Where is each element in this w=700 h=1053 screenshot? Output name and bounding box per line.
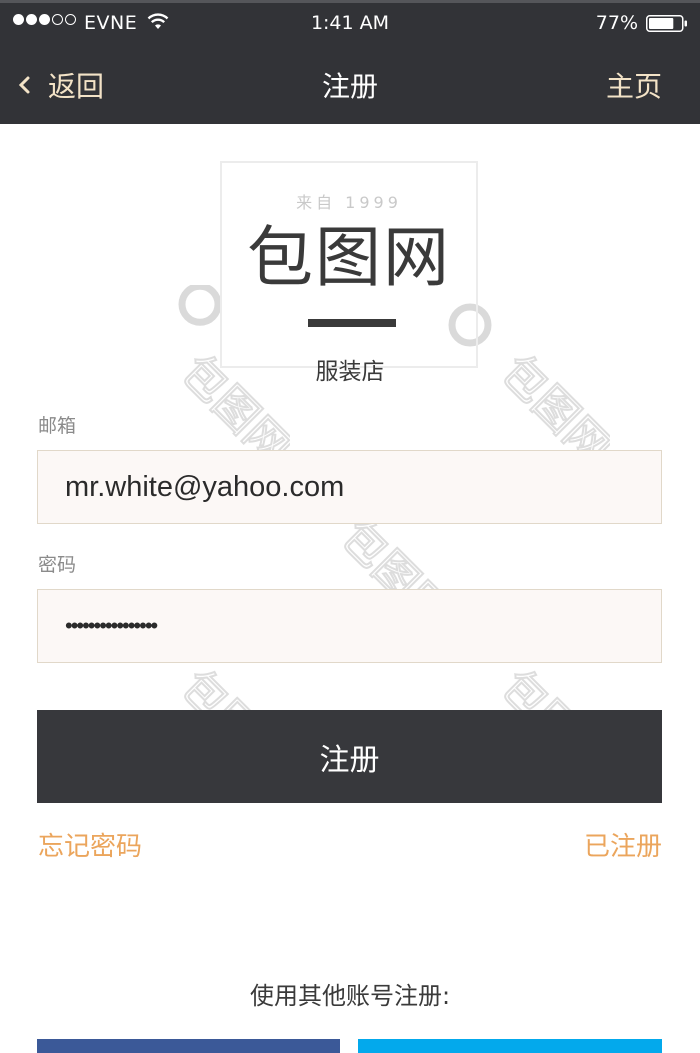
- forgot-password-link[interactable]: 忘记密码: [38, 826, 142, 863]
- navigation-bar: 返回 注册 主页: [0, 45, 700, 127]
- logo-subtitle: 服装店: [315, 359, 385, 385]
- page-title: 注册: [321, 70, 378, 103]
- email-field[interactable]: [37, 450, 662, 524]
- logo-brand-name: 包图网: [247, 219, 451, 296]
- status-bar: EVNE 1:41 AM 77%: [0, 3, 700, 45]
- logo-divider: [308, 319, 396, 327]
- brand-logo: 来自 1999 包图网: [220, 161, 478, 368]
- password-label: 密码: [38, 554, 77, 576]
- email-label: 邮箱: [38, 415, 77, 437]
- password-input[interactable]: [65, 613, 661, 639]
- password-field[interactable]: [37, 589, 662, 663]
- battery-percent: 77%: [595, 12, 638, 34]
- facebook-login-button[interactable]: [37, 1039, 340, 1053]
- other-accounts-title: 使用其他账号注册:: [249, 982, 451, 1010]
- twitter-login-button[interactable]: [358, 1039, 662, 1053]
- app-header: EVNE 1:41 AM 77% 返回 注册 主页: [0, 0, 700, 124]
- home-button[interactable]: 主页: [606, 65, 662, 105]
- register-button[interactable]: 注册: [37, 710, 662, 803]
- watermark-text: 包图网: [491, 346, 610, 465]
- logo-since-text: 来自 1999: [296, 193, 402, 212]
- already-registered-link[interactable]: 已注册: [584, 826, 662, 863]
- battery-icon: [646, 15, 687, 32]
- email-input[interactable]: [65, 470, 661, 504]
- register-screen: EVNE 1:41 AM 77% 返回 注册 主页 包图网 包图网 包图网 来自…: [0, 0, 700, 1053]
